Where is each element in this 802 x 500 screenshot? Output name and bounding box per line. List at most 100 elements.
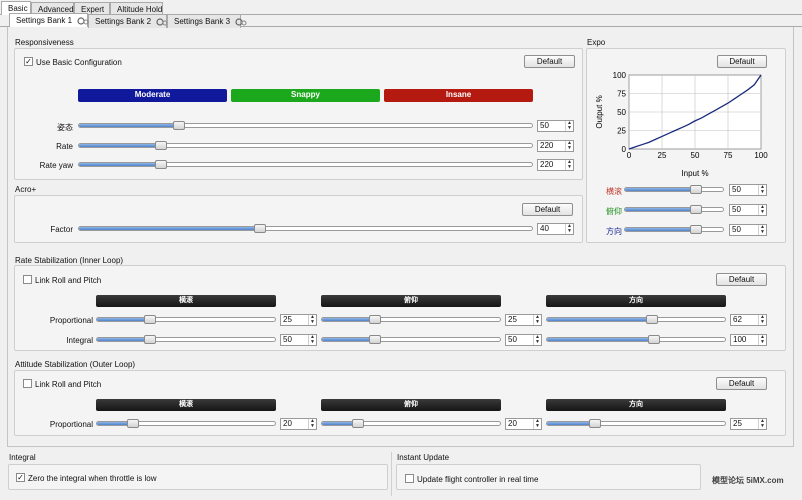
att-p-roll-slider[interactable] xyxy=(96,419,276,428)
x-tick-label: 25 xyxy=(658,151,667,160)
att-link-roll-pitch-checkbox[interactable] xyxy=(23,379,32,388)
tab-settings-bank-1[interactable]: Settings Bank 1 xyxy=(9,13,89,27)
rate-i-roll-spinbox[interactable]: 50 ▲ ▼ xyxy=(280,334,317,346)
spin-arrows-icon[interactable]: ▲ ▼ xyxy=(308,419,316,429)
rate-i-pitch-slider[interactable] xyxy=(321,335,501,344)
tab-settings-bank-2[interactable]: Settings Bank 2 xyxy=(88,14,168,28)
spin-arrows-icon[interactable]: ▲ ▼ xyxy=(758,315,766,325)
responsiveness-default-button[interactable]: Default xyxy=(524,55,575,68)
rate-p-roll-spinbox[interactable]: 25 ▲ ▼ xyxy=(280,314,317,326)
rate-yaw-slider[interactable] xyxy=(78,160,533,169)
rate-stab-default-button[interactable]: Default xyxy=(716,273,767,286)
bottom-divider xyxy=(391,452,392,496)
spin-arrows-icon[interactable]: ▲ ▼ xyxy=(533,315,541,325)
expo-pitch-label: 俯仰 xyxy=(606,207,622,216)
y-tick-label: 100 xyxy=(613,71,627,80)
expo-pitch-value: 50 xyxy=(732,205,741,214)
spin-arrows-icon[interactable]: ▲ ▼ xyxy=(758,225,766,235)
expo-yaw-value: 50 xyxy=(732,225,741,234)
att-p-pitch-spinbox[interactable]: 20 ▲ ▼ xyxy=(505,418,542,430)
att-roll-header[interactable]: 横滚 xyxy=(96,399,276,411)
att-yaw-header[interactable]: 方向 xyxy=(546,399,726,411)
rate-p-pitch-slider[interactable] xyxy=(321,315,501,324)
att-pitch-header[interactable]: 俯仰 xyxy=(321,399,501,411)
spin-arrows-icon[interactable]: ▲ ▼ xyxy=(308,335,316,345)
rate-i-yaw-spinbox[interactable]: 100 ▲ ▼ xyxy=(730,334,767,346)
zero-integral-checkbox[interactable]: ✓ xyxy=(16,473,25,482)
rate-yaw-spinbox[interactable]: 220 ▲ ▼ xyxy=(537,159,574,171)
expo-roll-slider[interactable] xyxy=(624,185,724,194)
rate-roll-header[interactable]: 横滚 xyxy=(96,295,276,307)
expo-pitch-spinbox[interactable]: 50 ▲ ▼ xyxy=(729,204,767,216)
expo-yaw-slider[interactable] xyxy=(624,225,724,234)
expo-default-button[interactable]: Default xyxy=(717,55,767,68)
rate-pitch-header[interactable]: 俯仰 xyxy=(321,295,501,307)
rate-slider[interactable] xyxy=(78,141,533,150)
responsiveness-title: Responsiveness xyxy=(15,38,74,47)
rate-i-pitch-spinbox[interactable]: 50 ▲ ▼ xyxy=(505,334,542,346)
rate-p-yaw-value: 62 xyxy=(733,315,742,324)
attitude-value: 50 xyxy=(540,121,549,130)
att-p-roll-spinbox[interactable]: 20 ▲ ▼ xyxy=(280,418,317,430)
acro-default-button[interactable]: Default xyxy=(522,203,573,216)
spin-arrows-icon[interactable]: ▲ ▼ xyxy=(533,335,541,345)
y-tick-label: 75 xyxy=(617,90,626,99)
instant-update-checkbox[interactable] xyxy=(405,474,414,483)
att-p-pitch-slider[interactable] xyxy=(321,419,501,428)
preset-moderate-button[interactable]: Moderate xyxy=(78,89,227,102)
rate-spinbox[interactable]: 220 ▲ ▼ xyxy=(537,140,574,152)
zero-integral-label: Zero the integral when throttle is low xyxy=(28,474,157,483)
use-basic-config-checkbox[interactable]: ✓ xyxy=(24,57,33,66)
rate-i-roll-value: 50 xyxy=(283,335,292,344)
acro-factor-slider[interactable] xyxy=(78,224,533,233)
rate-p-roll-slider[interactable] xyxy=(96,315,276,324)
spin-arrows-icon[interactable]: ▲ ▼ xyxy=(565,121,573,131)
rate-i-yaw-slider[interactable] xyxy=(546,335,726,344)
bank-tab-label: Settings Bank 1 xyxy=(16,16,73,25)
x-tick-label: 100 xyxy=(754,151,768,160)
x-axis-label: Input % xyxy=(681,169,708,178)
att-p-yaw-spinbox[interactable]: 25 ▲ ▼ xyxy=(730,418,767,430)
rate-integral-label: Integral xyxy=(66,336,93,345)
expo-yaw-spinbox[interactable]: 50 ▲ ▼ xyxy=(729,224,767,236)
attitude-spinbox[interactable]: 50 ▲ ▼ xyxy=(537,120,574,132)
responsiveness-row-label: Rate yaw xyxy=(39,161,73,170)
spin-arrows-icon[interactable]: ▲ ▼ xyxy=(758,185,766,195)
att-stab-title: Attitude Stabilization (Outer Loop) xyxy=(15,360,136,369)
att-p-pitch-value: 20 xyxy=(508,419,517,428)
spin-arrows-icon[interactable]: ▲ ▼ xyxy=(565,160,573,170)
spin-arrows-icon[interactable]: ▲ ▼ xyxy=(308,315,316,325)
acro-panel xyxy=(14,195,583,243)
watermark: 模型论坛 5iMX.com xyxy=(712,476,784,485)
bank-tab-label: Settings Bank 3 xyxy=(174,17,231,26)
expo-pitch-slider[interactable] xyxy=(624,205,724,214)
rate-p-pitch-value: 25 xyxy=(508,315,517,324)
preset-snappy-button[interactable]: Snappy xyxy=(231,89,380,102)
att-stab-default-button[interactable]: Default xyxy=(716,377,767,390)
attitude-slider[interactable] xyxy=(78,121,533,130)
rate-link-roll-pitch-checkbox[interactable] xyxy=(23,275,32,284)
integral-title: Integral xyxy=(9,453,36,462)
spin-arrows-icon[interactable]: ▲ ▼ xyxy=(565,224,573,234)
expo-title: Expo xyxy=(587,38,606,47)
rate-p-yaw-slider[interactable] xyxy=(546,315,726,324)
rate-yaw-header[interactable]: 方向 xyxy=(546,295,726,307)
instant-update-label: Update flight controller in real time xyxy=(417,475,539,484)
tab-settings-bank-3[interactable]: Settings Bank 3 xyxy=(167,14,247,28)
spin-arrows-icon[interactable]: ▲ ▼ xyxy=(533,419,541,429)
spin-arrows-icon[interactable]: ▲ ▼ xyxy=(758,205,766,215)
rate-p-pitch-spinbox[interactable]: 25 ▲ ▼ xyxy=(505,314,542,326)
spin-arrows-icon[interactable]: ▲ ▼ xyxy=(758,335,766,345)
acro-factor-spinbox[interactable]: 40 ▲ ▼ xyxy=(537,223,574,235)
rate-p-yaw-spinbox[interactable]: 62 ▲ ▼ xyxy=(730,314,767,326)
spin-arrows-icon[interactable]: ▲ ▼ xyxy=(565,141,573,151)
spin-arrows-icon[interactable]: ▲ ▼ xyxy=(758,419,766,429)
expo-roll-spinbox[interactable]: 50 ▲ ▼ xyxy=(729,184,767,196)
att-p-yaw-slider[interactable] xyxy=(546,419,726,428)
rate-i-roll-slider[interactable] xyxy=(96,335,276,344)
x-axis-ticks: 0 25 50 75 100 xyxy=(627,151,768,160)
expo-chart: 0 25 50 75 100 0 25 50 75 100 Input % Output % xyxy=(595,71,768,178)
preset-insane-button[interactable]: Insane xyxy=(384,89,533,102)
rate-link-roll-pitch-label: Link Roll and Pitch xyxy=(35,276,102,285)
expo-yaw-label: 方向 xyxy=(606,227,622,236)
